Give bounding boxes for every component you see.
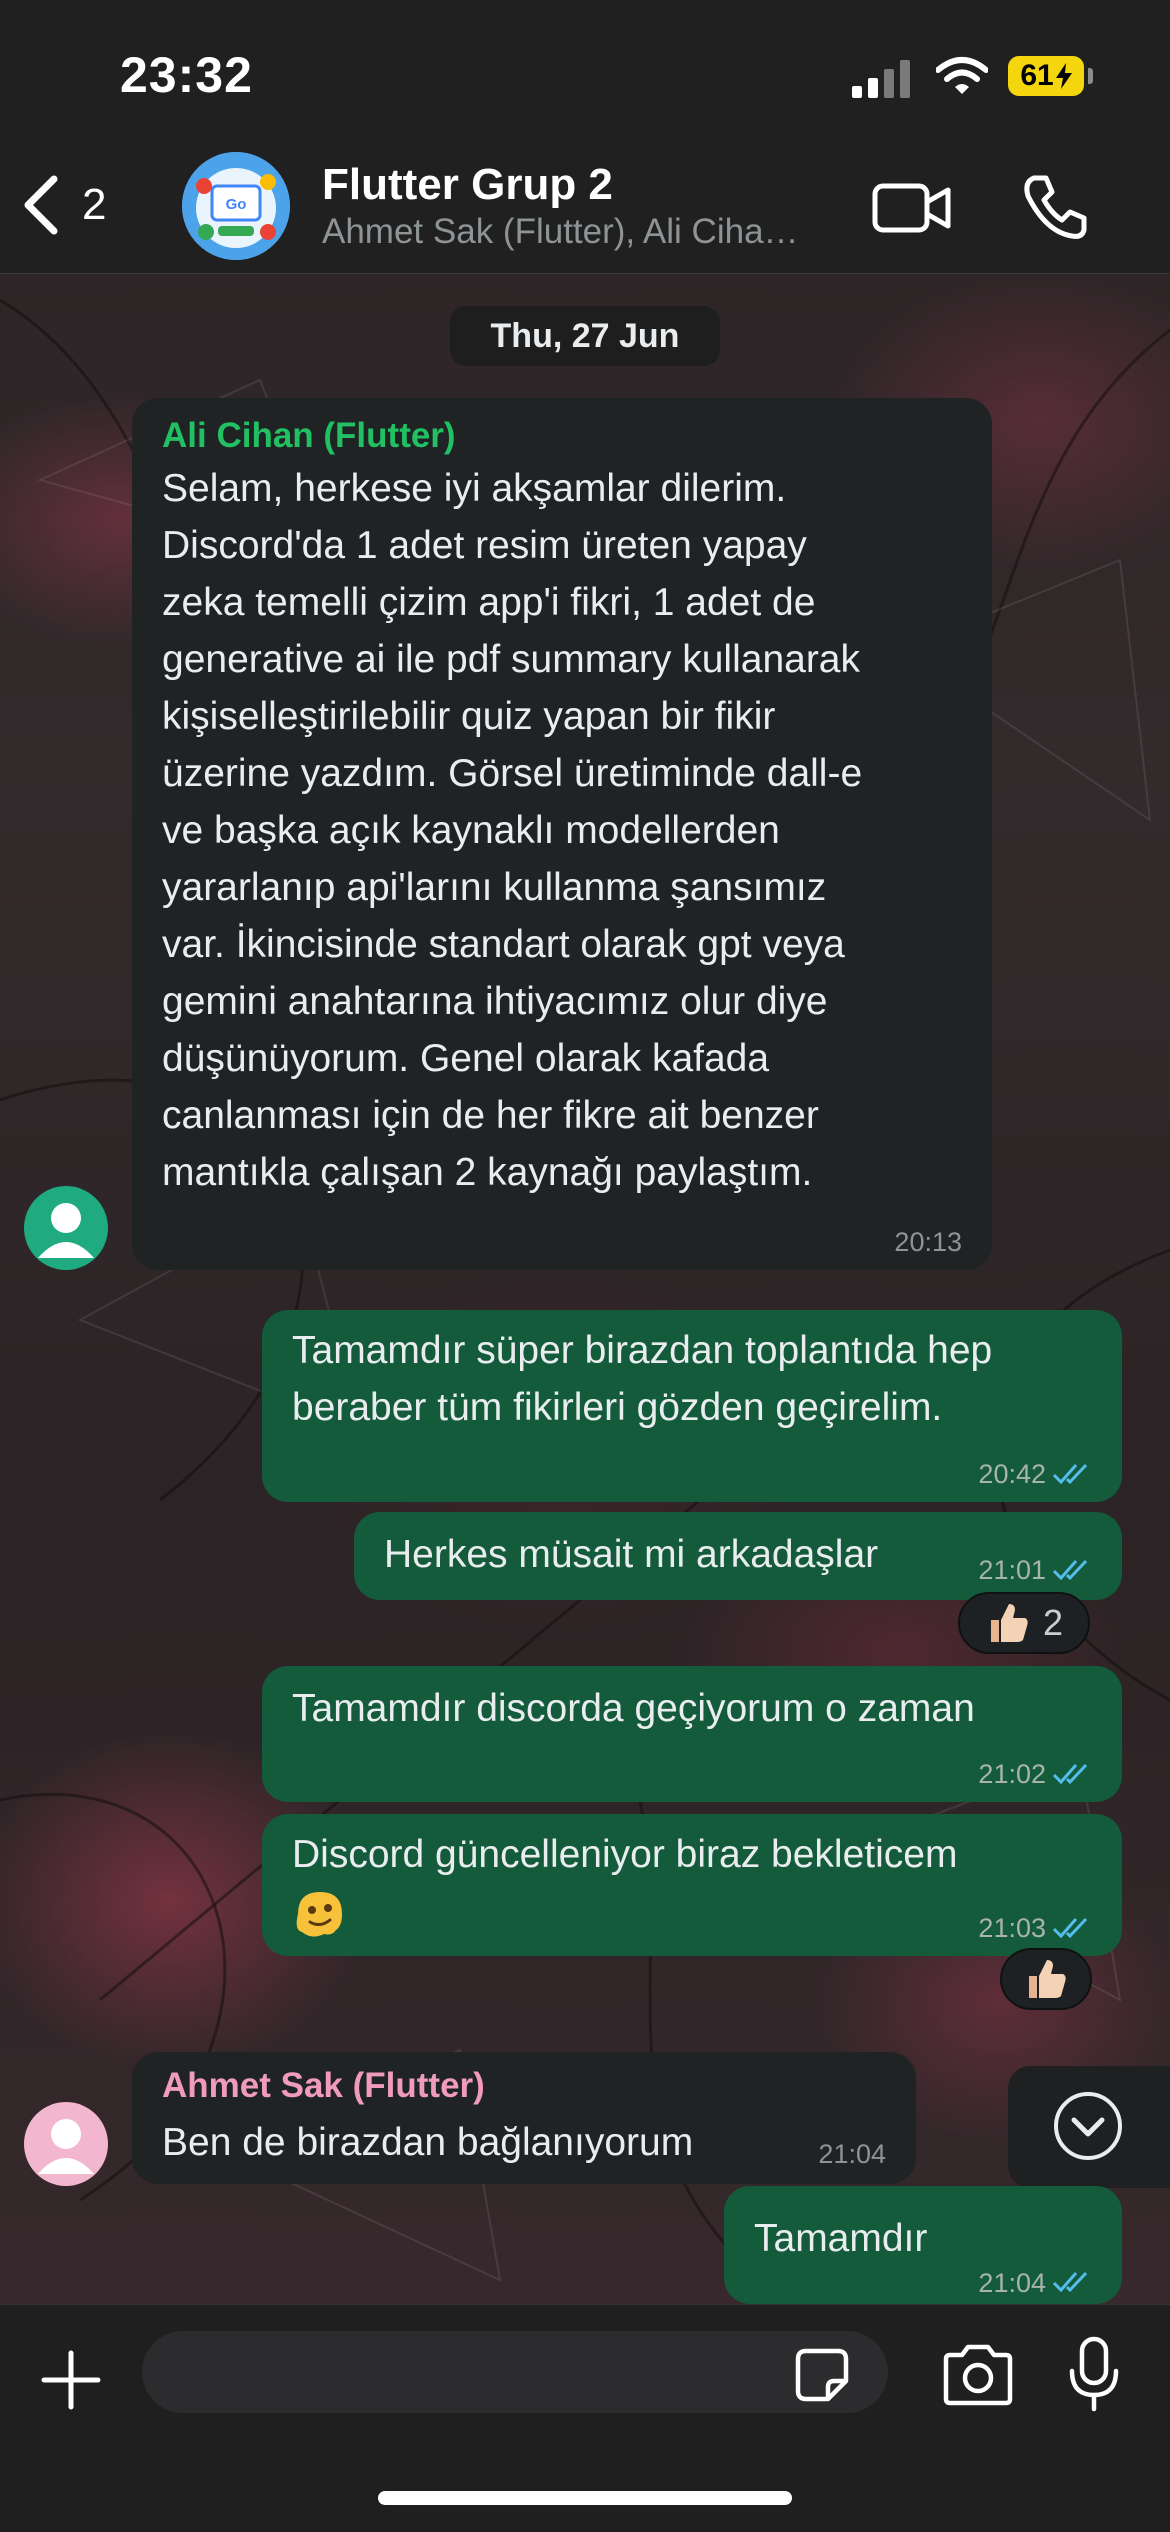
message-bubble-outgoing[interactable]: Tamamdır süper birazdan toplantıda hep b… <box>262 1310 1122 1502</box>
message-bubble-outgoing[interactable]: Discord güncelleniyor biraz bekleticem 2… <box>262 1814 1122 1956</box>
video-call-button[interactable] <box>872 178 952 238</box>
attach-button[interactable] <box>36 2345 106 2415</box>
phone-icon <box>1024 175 1087 239</box>
message-bubble-incoming[interactable]: Ahmet Sak (Flutter) Ben de birazdan bağl… <box>132 2052 916 2184</box>
person-icon <box>38 1203 94 1258</box>
read-ticks-icon <box>1052 2271 1088 2293</box>
wifi-icon <box>936 57 988 94</box>
sticker-icon <box>795 2348 849 2402</box>
group-title[interactable]: Flutter Grup 2 <box>322 160 613 210</box>
message-bubble-outgoing[interactable]: Herkes müsait mi arkadaşlar 21:01 <box>354 1512 1122 1600</box>
message-bubble-incoming[interactable]: Ali Cihan (Flutter) Selam, herkese iyi a… <box>132 398 992 1270</box>
message-sender: Ahmet Sak (Flutter) <box>162 2066 485 2105</box>
person-icon <box>38 2119 94 2174</box>
voice-call-button[interactable] <box>1020 172 1090 242</box>
group-avatar[interactable]: Go <box>182 152 290 260</box>
read-ticks-icon <box>1052 1763 1088 1785</box>
charging-bolt-icon <box>1055 63 1072 89</box>
reaction-badge[interactable] <box>1000 1948 1092 2010</box>
message-sender: Ali Cihan (Flutter) <box>162 416 456 455</box>
message-bubble-outgoing[interactable]: Tamamdır 21:04 <box>724 2186 1122 2304</box>
read-ticks-icon <box>1052 1559 1088 1581</box>
video-call-icon <box>872 183 951 233</box>
message-time: 21:04 <box>978 2268 1046 2298</box>
message-text: Tamamdır discorda geçiyorum o zaman <box>292 1687 975 1730</box>
message-time: 21:03 <box>978 1913 1046 1943</box>
reaction-count: 2 <box>1042 1602 1064 1643</box>
chat-header: 2 Go Flutter Grup 2 Ahmet Sak (Flutter),… <box>0 140 1170 274</box>
reaction-badge[interactable]: 2 <box>958 1592 1090 1654</box>
scroll-to-bottom-button[interactable] <box>1008 2066 1170 2188</box>
message-text: Herkes müsait mi arkadaşlar <box>384 1533 879 1576</box>
microphone-button[interactable] <box>1066 2335 1122 2415</box>
chevron-down-circle-icon <box>1054 2092 1122 2160</box>
battery-level: 61 <box>1020 59 1054 92</box>
home-indicator <box>378 2491 792 2505</box>
message-composer <box>0 2304 1170 2532</box>
avatar-ali-cihan[interactable] <box>24 1186 108 1270</box>
melting-face-emoji-icon <box>296 1892 342 1937</box>
message-time: 21:04 <box>818 2139 886 2169</box>
message-time: 21:01 <box>978 1555 1046 1585</box>
message-text: Selam, herkese iyi akşamlar dilerim. Dis… <box>162 467 863 1194</box>
message-time: 20:13 <box>894 1227 962 1257</box>
group-avatar-image: Go <box>182 152 290 260</box>
microphone-icon <box>1069 2336 1119 2412</box>
back-chevron-icon <box>24 175 58 235</box>
thumbs-up-icon <box>1029 1960 1066 1998</box>
read-ticks-icon <box>1052 1917 1088 1939</box>
message-text: Tamamdır <box>754 2217 928 2260</box>
status-time: 23:32 <box>120 47 253 103</box>
battery-cap <box>1088 68 1093 84</box>
message-bubble-outgoing[interactable]: Tamamdır discorda geçiyorum o zaman 21:0… <box>262 1666 1122 1802</box>
unread-chats-count: 2 <box>82 180 107 229</box>
plus-icon <box>41 2350 101 2410</box>
message-time: 20:42 <box>978 1459 1046 1489</box>
svg-text:Go: Go <box>226 196 247 213</box>
thumbs-up-icon <box>990 1604 1028 1642</box>
cellular-signal-icon <box>852 60 910 98</box>
read-ticks-icon <box>1052 1463 1088 1485</box>
message-text: Tamamdır süper birazdan toplantıda hep b… <box>292 1329 993 1429</box>
back-button[interactable]: 2 <box>22 170 132 240</box>
date-separator: Thu, 27 Jun <box>450 306 720 366</box>
message-text: Discord güncelleniyor biraz bekleticem <box>292 1833 958 1876</box>
camera-icon <box>943 2344 1013 2406</box>
sticker-button[interactable] <box>794 2347 850 2403</box>
group-members-subtitle[interactable]: Ahmet Sak (Flutter), Ali Ciha… <box>322 212 842 252</box>
message-input[interactable] <box>142 2331 888 2413</box>
message-time: 21:02 <box>978 1759 1046 1789</box>
status-bar: 23:32 61 <box>0 0 1170 140</box>
avatar-ahmet-sak[interactable] <box>24 2102 108 2186</box>
camera-button[interactable] <box>940 2343 1016 2407</box>
message-text: Ben de birazdan bağlanıyorum <box>162 2121 694 2164</box>
battery-indicator: 61 <box>1008 56 1084 96</box>
